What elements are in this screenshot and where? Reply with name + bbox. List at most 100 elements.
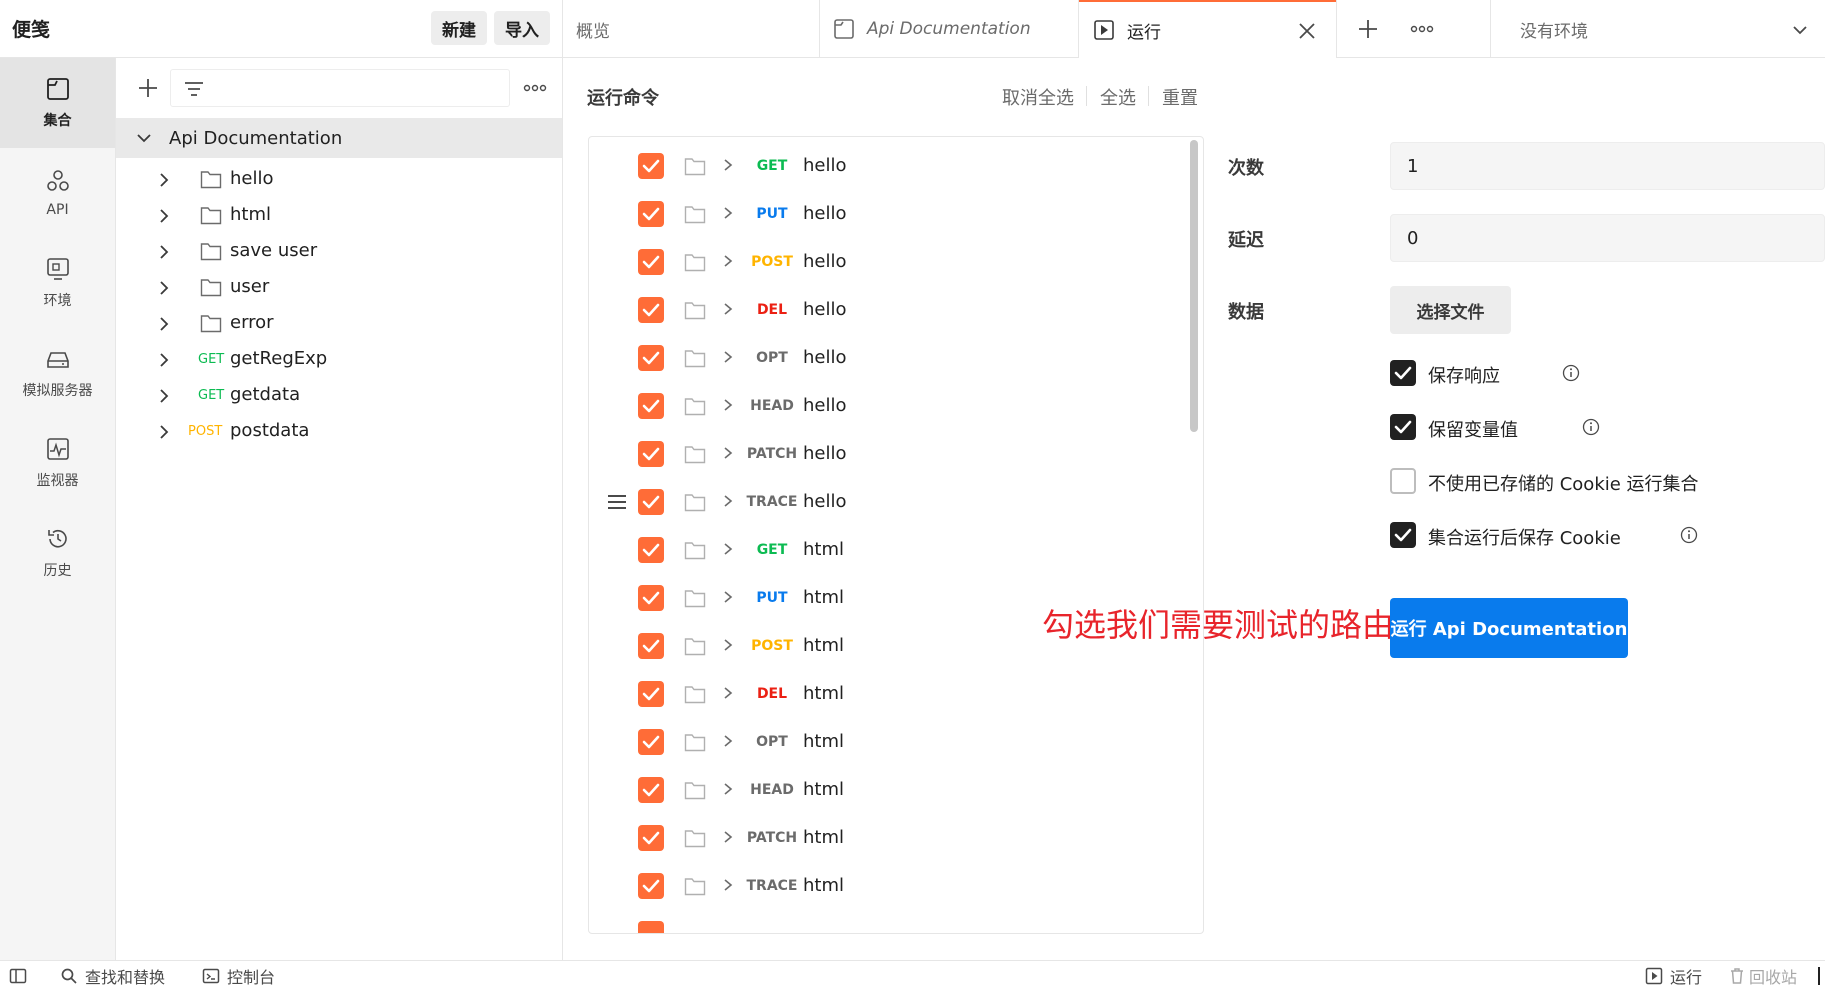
folder-item[interactable]: error — [116, 304, 562, 344]
folder-item[interactable]: hello — [116, 160, 562, 200]
run-request-row[interactable]: PUT hello — [589, 190, 1189, 238]
filter-icon[interactable] — [183, 78, 205, 100]
toggle-sidebar-button[interactable] — [9, 965, 34, 987]
collection-icon — [834, 19, 854, 39]
request-checkbox[interactable] — [638, 393, 664, 419]
run-request-row[interactable]: PATCH html — [589, 814, 1189, 862]
rail-label: 集合 — [43, 113, 72, 129]
delay-input[interactable] — [1390, 214, 1825, 262]
run-request-row[interactable]: DEL hello — [589, 286, 1189, 334]
info-icon[interactable] — [1680, 526, 1698, 544]
request-checkbox[interactable] — [638, 537, 664, 563]
request-checkbox[interactable] — [638, 153, 664, 179]
run-collection-button[interactable]: 运行 Api Documentation — [1390, 598, 1628, 658]
run-request-row[interactable]: POST hello — [589, 238, 1189, 286]
reset-button[interactable]: 重置 — [1162, 84, 1198, 110]
request-checkbox[interactable] — [638, 873, 664, 899]
request-checkbox[interactable] — [638, 825, 664, 851]
request-checkbox[interactable] — [638, 585, 664, 611]
select-file-button[interactable]: 选择文件 — [1390, 286, 1511, 334]
run-request-row[interactable]: OPT html — [589, 718, 1189, 766]
option-checkbox[interactable] — [1390, 522, 1416, 548]
request-checkbox[interactable] — [638, 297, 664, 323]
run-request-row[interactable]: GET html — [589, 526, 1189, 574]
tab-api-documentation[interactable]: Api Documentation — [833, 0, 1078, 58]
chevron-right-icon — [724, 591, 733, 603]
run-request-row[interactable]: DEL html — [589, 670, 1189, 718]
run-request-row[interactable]: HEAD hello — [589, 382, 1189, 430]
run-request-row[interactable]: TRACE hello — [589, 478, 1189, 526]
checkmark-icon — [642, 783, 660, 797]
run-request-row[interactable]: PATCH hello — [589, 430, 1189, 478]
run-request-row[interactable]: HEAD html — [589, 766, 1189, 814]
new-button[interactable]: 新建 — [431, 11, 487, 45]
info-icon[interactable] — [1582, 418, 1600, 436]
chevron-right-icon — [724, 447, 733, 459]
request-checkbox[interactable] — [638, 345, 664, 371]
console-button[interactable]: 控制台 — [202, 965, 275, 987]
request-checkbox[interactable] — [638, 489, 664, 515]
trash-button[interactable]: 回收站 — [1728, 965, 1797, 987]
iterations-input[interactable] — [1390, 142, 1825, 190]
mock-server-icon — [46, 352, 69, 368]
folder-item[interactable]: save user — [116, 232, 562, 272]
rail-item-mock-servers[interactable]: 模拟服务器 — [0, 328, 115, 418]
request-checkbox[interactable] — [638, 921, 664, 933]
plus-icon — [1359, 20, 1377, 38]
run-option: 不使用已存储的 Cookie 运行集合 — [1390, 468, 1810, 498]
rail-item-monitors[interactable]: 监视器 — [0, 418, 115, 508]
run-request-row[interactable] — [589, 910, 1189, 933]
collection-icon — [46, 78, 69, 100]
folder-icon — [200, 279, 222, 297]
request-name: getRegExp — [230, 348, 328, 369]
request-name: html — [803, 587, 845, 608]
add-tab-button[interactable] — [1353, 14, 1383, 44]
scrollbar[interactable] — [1190, 140, 1198, 432]
folder-icon — [684, 734, 706, 752]
option-checkbox[interactable] — [1390, 414, 1416, 440]
request-checkbox[interactable] — [638, 681, 664, 707]
request-checkbox[interactable] — [638, 633, 664, 659]
run-request-row[interactable]: GET hello — [589, 142, 1189, 190]
run-request-row[interactable]: TRACE html — [589, 862, 1189, 910]
find-replace-button[interactable]: 查找和替换 — [60, 965, 165, 987]
collection-item[interactable]: Api Documentation — [116, 118, 562, 158]
environment-select[interactable]: 没有环境 — [1520, 0, 1810, 58]
sidebar-more-button[interactable] — [520, 73, 550, 103]
import-button[interactable]: 导入 — [494, 11, 550, 45]
folder-item[interactable]: user — [116, 268, 562, 308]
divider — [819, 0, 820, 58]
info-icon[interactable] — [1562, 364, 1580, 382]
request-item[interactable]: POST postdata — [116, 412, 562, 452]
divider — [1818, 967, 1820, 985]
option-checkbox[interactable] — [1390, 360, 1416, 386]
request-item[interactable]: GET getRegExp — [116, 340, 562, 380]
request-checkbox[interactable] — [638, 441, 664, 467]
delay-label: 延迟 — [1228, 230, 1264, 251]
close-icon[interactable] — [1298, 22, 1316, 40]
request-item[interactable]: GET getdata — [116, 376, 562, 416]
request-checkbox[interactable] — [638, 777, 664, 803]
runner-button[interactable]: 运行 — [1645, 965, 1702, 987]
tab-overview[interactable]: 概览 — [576, 0, 819, 58]
rail-item-collections[interactable]: 集合 — [0, 58, 115, 148]
rail-item-api[interactable]: API — [0, 148, 115, 238]
run-request-row[interactable]: OPT hello — [589, 334, 1189, 382]
deselect-all-button[interactable]: 取消全选 — [1002, 84, 1074, 110]
rail-label: 监视器 — [36, 473, 79, 489]
folder-item[interactable]: html — [116, 196, 562, 236]
sidebar-search-input[interactable] — [170, 69, 510, 107]
more-tabs-button[interactable] — [1407, 14, 1437, 44]
folder-icon — [684, 590, 706, 608]
request-checkbox[interactable] — [638, 729, 664, 755]
rail-item-history[interactable]: 历史 — [0, 508, 115, 598]
request-checkbox[interactable] — [638, 249, 664, 275]
tab-runner[interactable]: 运行 — [1079, 0, 1336, 58]
request-name: hello — [803, 491, 847, 512]
add-collection-button[interactable] — [133, 73, 163, 103]
select-all-button[interactable]: 全选 — [1100, 84, 1136, 110]
request-checkbox[interactable] — [638, 201, 664, 227]
rail-item-environments[interactable]: 环境 — [0, 238, 115, 328]
option-checkbox[interactable] — [1390, 468, 1416, 494]
run-option: 集合运行后保存 Cookie — [1390, 522, 1810, 552]
